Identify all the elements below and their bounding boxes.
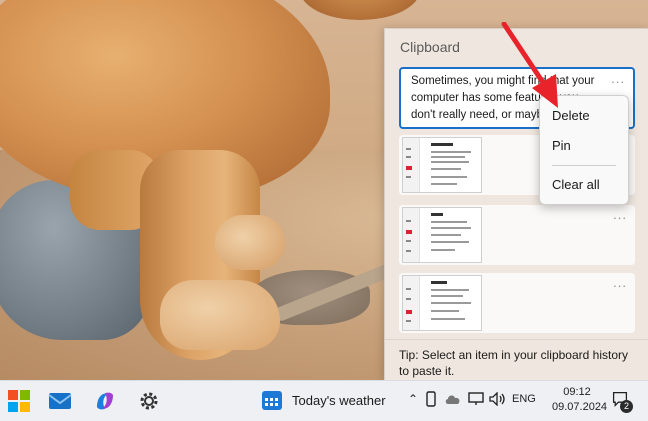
clock[interactable]: 09:12 09.07.2024 (552, 385, 608, 415)
chevron-up-icon[interactable]: ⌃ (408, 392, 418, 406)
more-options-icon[interactable]: ... (613, 207, 627, 222)
clock-date: 09.07.2024 (552, 401, 608, 413)
notification-badge: 2 (620, 400, 633, 413)
calendar-icon (262, 391, 282, 410)
mail-icon[interactable] (48, 389, 72, 413)
clipboard-title: Clipboard (400, 39, 460, 55)
menu-item-label: Clear all (552, 177, 600, 192)
more-options-icon[interactable]: ... (611, 71, 625, 86)
menu-separator (552, 165, 616, 166)
menu-item-pin[interactable]: Pin (540, 132, 628, 160)
copilot-icon[interactable] (93, 389, 117, 413)
clipboard-item-image[interactable]: ... (399, 273, 635, 333)
notification-bell-icon[interactable]: 2 (612, 391, 633, 413)
phone-link-icon[interactable] (425, 391, 437, 407)
gear-icon[interactable] (137, 389, 161, 413)
clipboard-divider (385, 339, 648, 340)
wallpaper-lion-paw (160, 280, 280, 350)
menu-item-label: Pin (552, 138, 571, 153)
screenshot-thumbnail (402, 275, 482, 331)
screenshot-thumbnail (402, 137, 482, 193)
weather-text: Today's weather (292, 393, 386, 408)
more-options-icon[interactable]: ... (613, 275, 627, 290)
cloud-icon[interactable] (444, 393, 462, 405)
wallpaper-lion-paw (215, 215, 285, 270)
network-icon[interactable] (468, 392, 484, 406)
clipboard-item-image[interactable]: ... (399, 205, 635, 265)
wallpaper-lion-head (300, 0, 420, 20)
start-icon[interactable] (7, 389, 31, 413)
volume-icon[interactable] (489, 392, 507, 406)
screenshot-thumbnail (402, 207, 482, 263)
language-indicator[interactable]: ENG (512, 393, 536, 405)
taskbar: Today's weather ⌃ ENG 09:12 09.07.2024 2 (0, 380, 648, 421)
annotation-arrow-icon (501, 22, 558, 108)
menu-item-clear-all[interactable]: Clear all (540, 171, 628, 199)
clipboard-tip: Tip: Select an item in your clipboard hi… (399, 348, 628, 378)
clock-time: 09:12 (563, 386, 591, 398)
